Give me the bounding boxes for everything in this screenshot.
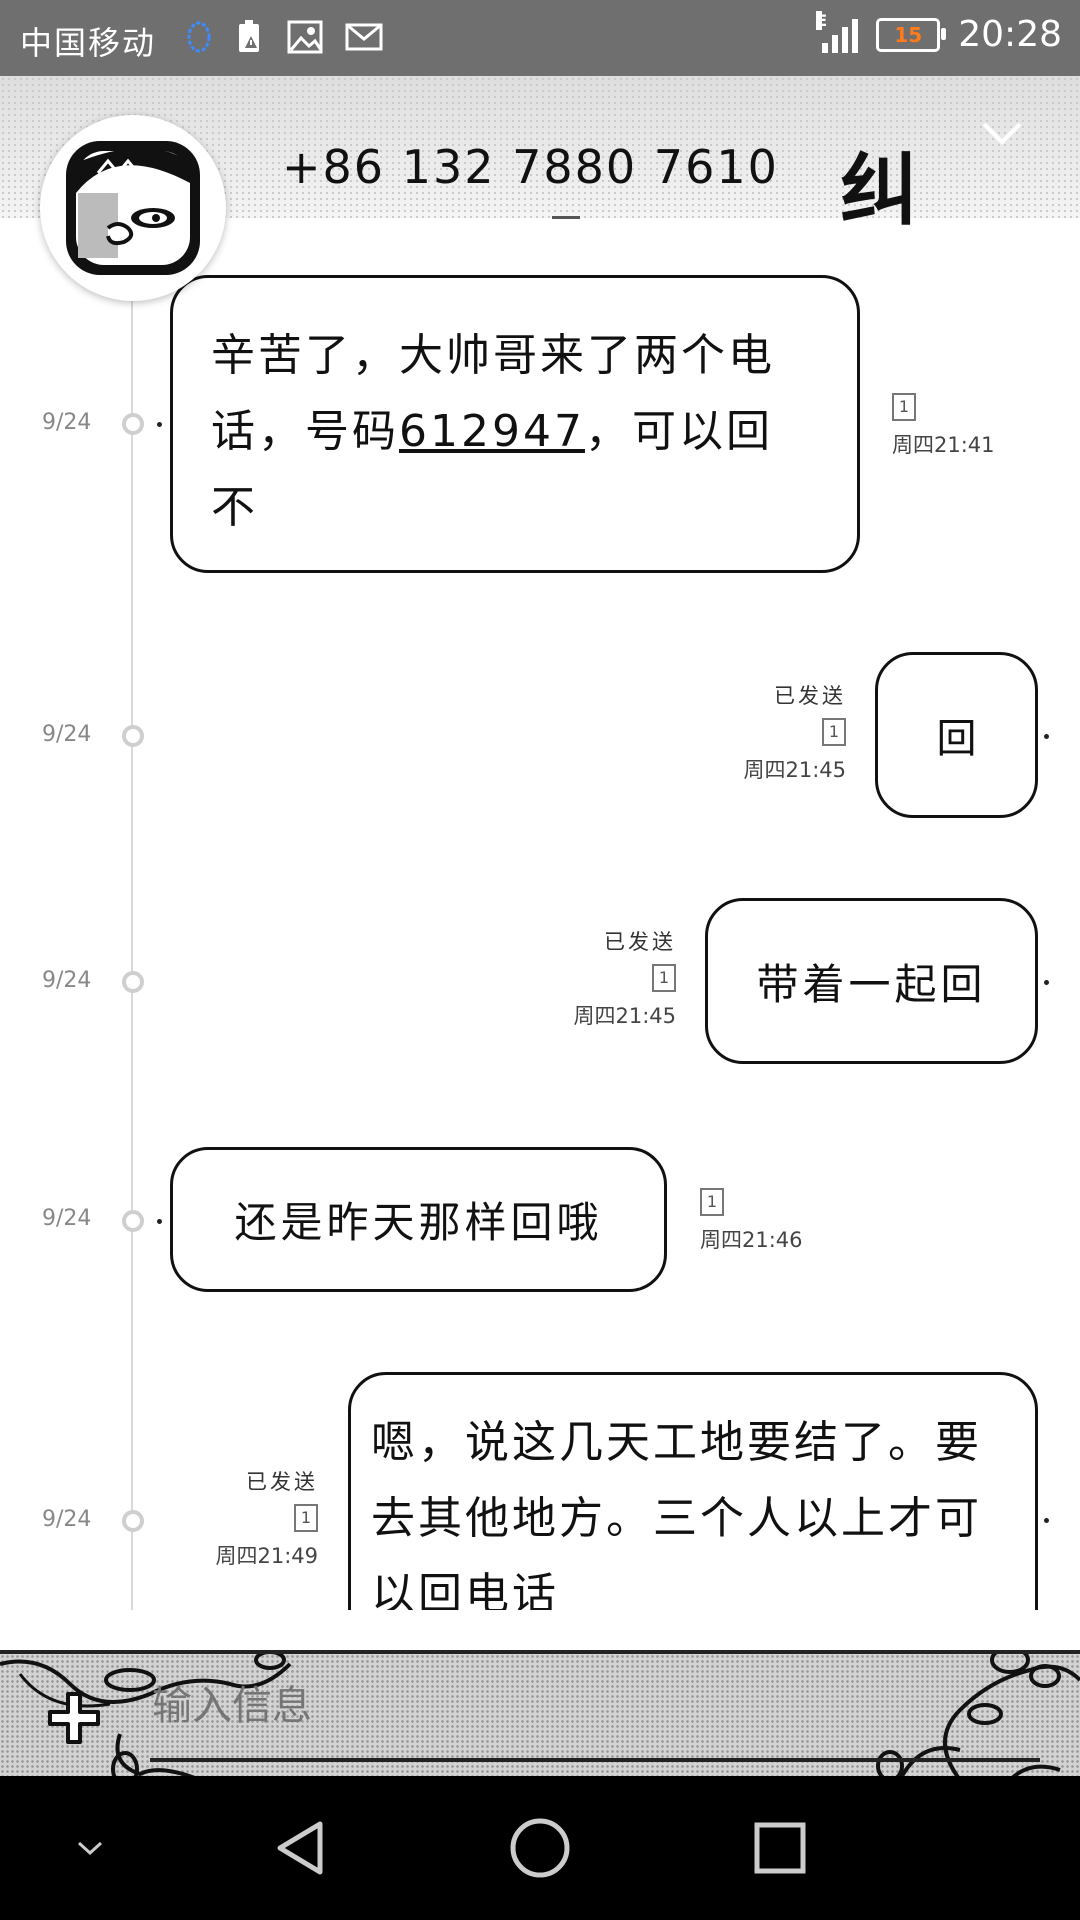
hide-keyboard-button[interactable] (50, 1776, 130, 1920)
message-meta: 已发送 1 周四21:49 (170, 1466, 318, 1570)
message-text: 带着一起回 (756, 959, 987, 1009)
header-divider (552, 216, 580, 219)
message-time: 周四21:45 (573, 1004, 676, 1028)
status-right: E 15 20:28 (816, 10, 1062, 55)
input-underline (150, 1758, 1040, 1762)
sim-card-icon: 1 (892, 393, 916, 421)
chevron-down-icon (77, 1841, 103, 1856)
recent-apps-button[interactable] (740, 1776, 820, 1920)
sim-card-icon: 1 (294, 1504, 318, 1532)
bubble-tail (1044, 980, 1049, 985)
sim-card-icon: 1 (700, 1188, 724, 1216)
message-time: 周四21:41 (892, 433, 995, 457)
mail-icon (345, 23, 383, 55)
message-bubble-sent[interactable]: 嗯，说这几天工地要结了。要去其他地方。三个人以上才可以回电话 (348, 1372, 1038, 1610)
bubble-tail (1044, 734, 1049, 739)
sim-card-icon: 1 (652, 964, 676, 992)
timeline-dot (122, 725, 144, 747)
message-text: 还是昨天那样回哦 (234, 1198, 603, 1247)
plus-icon (48, 1692, 100, 1744)
contact-avatar[interactable] (40, 115, 226, 301)
message-date: 9/24 (42, 968, 92, 993)
tag-mark: 纠 (840, 145, 919, 236)
add-attachment-button[interactable] (46, 1690, 102, 1750)
composer-bar (0, 1650, 1080, 1780)
message-bubble-received[interactable]: 辛苦了，大帅哥来了两个电话，号码612947，可以回不 (170, 275, 860, 573)
recent-apps-square-icon (754, 1822, 806, 1874)
timeline-dot (122, 1210, 144, 1232)
message-time: 周四21:49 (215, 1544, 318, 1568)
message-date: 9/24 (42, 1507, 92, 1532)
battery-warning-icon (235, 18, 265, 60)
message-bubble-sent[interactable]: 带着一起回 (705, 898, 1038, 1064)
bubble-tail (157, 422, 162, 427)
back-triangle-icon (277, 1821, 323, 1875)
timeline-line (131, 300, 133, 1610)
message-bubble-received[interactable]: 还是昨天那样回哦 (170, 1147, 667, 1292)
sent-status: 已发送 (604, 930, 676, 954)
message-text: 嗯，说这几天工地要结了。要去其他地方。三个人以上才可以回电话 (371, 1417, 982, 1610)
clock: 20:28 (958, 14, 1062, 55)
sent-status: 已发送 (774, 684, 846, 708)
notification-icons (185, 18, 383, 60)
timeline-dot (122, 413, 144, 435)
home-button[interactable] (500, 1776, 580, 1920)
message-time: 周四21:45 (743, 758, 846, 782)
chevron-down-icon[interactable] (980, 120, 1024, 152)
qq-icon (185, 19, 213, 59)
network-type: E (816, 10, 828, 30)
message-meta: 1 周四21:41 (892, 385, 995, 459)
message-text: 回 (936, 716, 977, 762)
message-date: 9/24 (42, 410, 92, 435)
signal-icon: E (816, 10, 859, 53)
message-input[interactable] (150, 1670, 1034, 1742)
bubble-tail (1044, 1518, 1049, 1523)
battery-icon: 15 (876, 17, 947, 52)
phone-link[interactable]: 612947 (399, 406, 585, 457)
timeline-dot (122, 971, 144, 993)
message-bubble-sent[interactable]: 回 (875, 652, 1038, 818)
message-meta: 1 周四21:46 (700, 1180, 803, 1254)
message-time: 周四21:46 (700, 1228, 803, 1252)
sent-status: 已发送 (246, 1470, 318, 1494)
message-date: 9/24 (42, 1206, 92, 1231)
message-meta: 已发送 1 周四21:45 (700, 680, 846, 784)
battery-level: 15 (894, 22, 923, 47)
bubble-tail (157, 1219, 162, 1224)
message-meta: 已发送 1 周四21:45 (530, 926, 676, 1030)
status-bar: 中国移动 E 15 20:28 (0, 0, 1080, 76)
navigation-bar (0, 1776, 1080, 1920)
sim-card-icon: 1 (822, 718, 846, 746)
timeline-dot (122, 1510, 144, 1532)
contact-number: +86 132 7880 7610 (282, 140, 779, 194)
avatar-cartoon-icon (66, 141, 200, 275)
home-circle-icon (510, 1818, 570, 1878)
carrier-name: 中国移动 (20, 24, 157, 62)
image-icon (287, 20, 323, 58)
back-button[interactable] (260, 1776, 340, 1920)
message-date: 9/24 (42, 722, 92, 747)
message-text: 辛苦了，大帅哥来了两个电话，号码612947，可以回不 (211, 330, 775, 533)
